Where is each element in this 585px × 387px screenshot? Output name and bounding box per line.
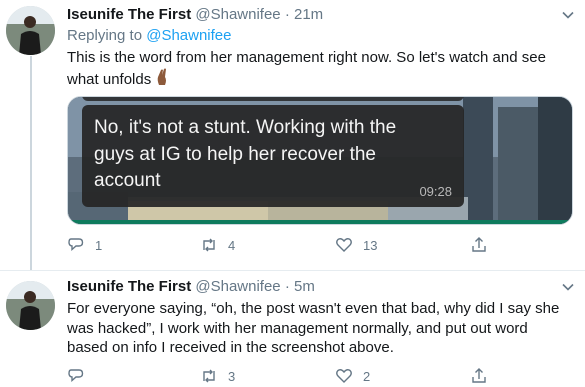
tweet-text: This is the word from her management rig… (67, 48, 572, 91)
share-icon (472, 368, 486, 383)
chevron-down-icon[interactable] (561, 280, 575, 294)
crossed-fingers-emoji (155, 68, 169, 92)
retweet-icon (203, 369, 215, 383)
like-count: 13 (363, 237, 378, 253)
reply-button[interactable] (67, 367, 95, 385)
replying-to-label: Replying to (67, 27, 143, 44)
author-name[interactable]: Iseunife The First (67, 278, 191, 295)
chat-input-bar (68, 220, 572, 224)
replying-to-handle[interactable]: @Shawnifee (146, 27, 231, 44)
retweet-button[interactable]: 4 (200, 236, 235, 254)
chat-message-bubble: No, it's not a stunt. Working with the g… (82, 105, 464, 207)
reply-count: 1 (95, 237, 103, 253)
share-icon (472, 237, 486, 252)
like-icon (336, 369, 352, 383)
like-button[interactable]: 13 (335, 236, 377, 254)
replying-to: Replying to @Shawnifee (67, 27, 232, 44)
tweet-time[interactable]: 21m (294, 6, 323, 23)
reply-icon (68, 369, 84, 383)
chevron-down-icon[interactable] (561, 8, 575, 22)
retweet-button[interactable]: 3 (200, 367, 235, 385)
tweet-actions: 1 4 13 (67, 236, 537, 256)
tweet-actions: 3 2 (67, 367, 537, 387)
tweet-text: For everyone saying, “oh, the post wasn'… (67, 300, 560, 356)
retweet-icon (203, 238, 215, 252)
like-count: 2 (363, 368, 371, 384)
tweet-header: Iseunife The First @Shawnifee · 21m (67, 5, 323, 25)
chat-message-time: 09:28 (419, 184, 452, 199)
reply-button[interactable]: 1 (67, 236, 102, 254)
share-button[interactable] (470, 367, 488, 385)
share-button[interactable] (470, 236, 488, 254)
tweet-text-content: This is the word from her management rig… (67, 49, 546, 88)
avatar[interactable] (6, 281, 55, 330)
retweet-count: 4 (228, 237, 236, 253)
tweet-time[interactable]: 5m (294, 278, 315, 295)
separator-dot: · (284, 6, 290, 23)
author-handle[interactable]: @Shawnifee (195, 278, 280, 295)
author-handle[interactable]: @Shawnifee (195, 6, 280, 23)
avatar[interactable] (6, 6, 55, 55)
tweet-header: Iseunife The First @Shawnifee · 5m (67, 277, 315, 297)
attached-screenshot[interactable]: No, it's not a stunt. Working with the g… (67, 96, 573, 225)
separator-dot: · (284, 278, 290, 295)
like-button[interactable]: 2 (335, 367, 370, 385)
chat-message-text: No, it's not a stunt. Working with the g… (94, 117, 397, 191)
tweet-1[interactable]: Iseunife The First @Shawnifee · 21m Repl… (0, 0, 585, 270)
author-name[interactable]: Iseunife The First (67, 6, 191, 23)
retweet-count: 3 (228, 368, 236, 384)
tweet-2[interactable]: Iseunife The First @Shawnifee · 5m For e… (0, 270, 585, 384)
like-icon (336, 238, 352, 252)
reply-icon (68, 238, 84, 252)
previous-message-bubble (82, 97, 464, 101)
